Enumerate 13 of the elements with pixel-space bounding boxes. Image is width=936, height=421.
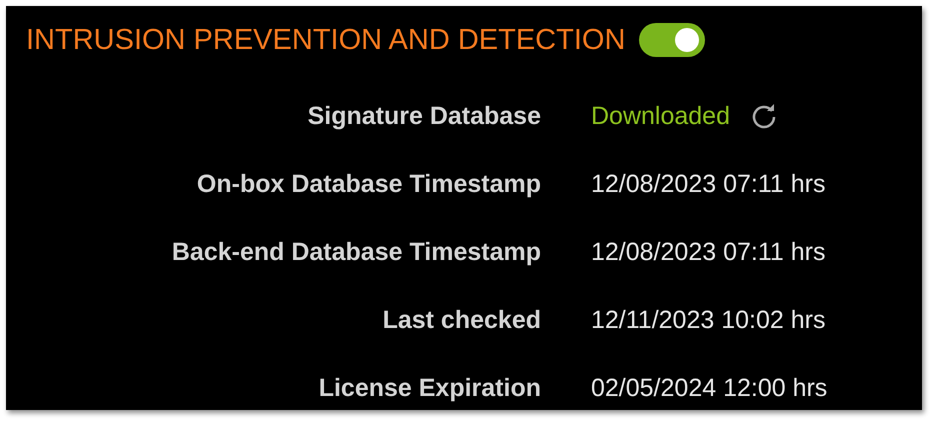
field-value: 12/08/2023 07:11 hrs	[591, 238, 826, 266]
section-title: INTRUSION PREVENTION AND DETECTION	[26, 24, 626, 56]
status-value: Downloaded	[591, 102, 730, 130]
refresh-icon[interactable]	[750, 102, 778, 130]
field-value: 12/08/2023 07:11 hrs	[591, 170, 826, 198]
field-label: On-box Database Timestamp	[196, 169, 541, 200]
field-value: 02/05/2024 12:00 hrs	[591, 374, 828, 402]
field-value: 12/11/2023 10:02 hrs	[591, 306, 826, 334]
enable-toggle[interactable]	[639, 23, 706, 57]
field-label: License Expiration	[318, 373, 541, 404]
field-label: Back-end Database Timestamp	[170, 237, 541, 268]
field-label: Signature Database	[306, 101, 541, 132]
field-label: Last checked	[382, 305, 541, 336]
